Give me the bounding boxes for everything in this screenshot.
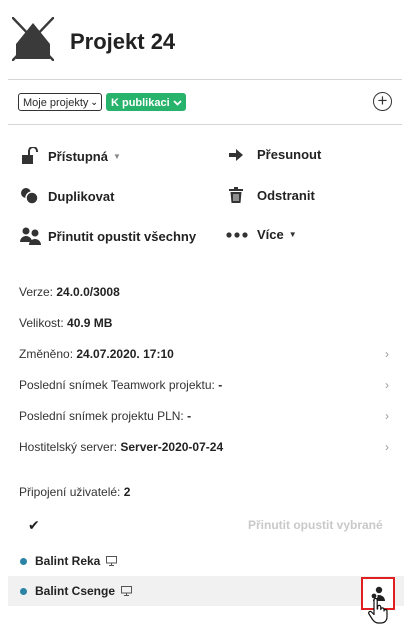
users-kick-icon [20, 227, 48, 245]
version-info: Verze: 24.0.0/3008 [19, 285, 120, 299]
force-leave-selected-button[interactable]: Přinutit opustit vybrané [248, 518, 383, 532]
host-server-info[interactable]: Hostitelský server: Server-2020-07-24 [19, 440, 223, 454]
chevron-right-icon[interactable]: › [385, 347, 389, 361]
project-scope-value: Moje projekty [23, 96, 89, 109]
force-leave-all-button[interactable]: Přinutit opustit všechny [20, 227, 196, 245]
project-header: Projekt 24 [0, 0, 412, 80]
arrow-right-icon [229, 148, 257, 161]
more-dots-icon [226, 231, 257, 238]
more-label: Více [257, 227, 284, 242]
move-button[interactable]: Přesunout [229, 147, 321, 162]
chevron-down-icon: ⌄ [90, 97, 98, 107]
page-title: Projekt 24 [70, 29, 176, 54]
delete-button[interactable]: Odstranit [229, 187, 315, 203]
status-select[interactable]: K publikaci [105, 93, 186, 111]
user-row[interactable]: Balint Csenge [8, 576, 404, 606]
delete-label: Odstranit [257, 187, 315, 203]
hand-cursor-icon [368, 598, 388, 624]
caret-down-icon: ▼ [288, 230, 297, 239]
caret-down-icon: ▼ [112, 151, 121, 161]
move-label: Přesunout [257, 147, 322, 162]
access-label: Přístupná [48, 148, 108, 164]
divider [8, 79, 402, 80]
desktop-icon [121, 586, 133, 596]
status-value: K publikaci [110, 96, 170, 109]
house-icon [12, 17, 54, 61]
unlock-icon [20, 147, 48, 165]
select-all-checkmark-icon[interactable]: ✔ [28, 517, 40, 534]
chevron-down-icon [173, 99, 182, 106]
filter-bar: Moje projekty ⌄ K publikaci [18, 93, 186, 111]
trash-icon [229, 187, 257, 203]
more-dropdown[interactable]: Více ▼ [226, 227, 297, 242]
user-name: Balint Csenge [35, 584, 116, 598]
desktop-icon [106, 556, 118, 566]
access-dropdown[interactable]: Přístupná ▼ [20, 147, 121, 165]
online-status-dot [20, 557, 27, 565]
teamwork-snapshot-info[interactable]: Poslední snímek Teamwork projektu: - [19, 378, 222, 392]
duplicate-button[interactable]: Duplikovat [20, 187, 114, 205]
pln-snapshot-info[interactable]: Poslední snímek projektu PLN: - [19, 409, 191, 423]
online-status-dot [20, 587, 27, 595]
force-leave-all-label: Přinutit opustit všechny [48, 228, 197, 244]
chevron-right-icon[interactable]: › [385, 378, 389, 392]
user-name: Balint Reka [35, 554, 101, 568]
plus-circle-icon: + [377, 91, 388, 110]
divider [8, 124, 402, 125]
add-button[interactable]: + [373, 92, 392, 111]
project-scope-select[interactable]: Moje projekty ⌄ [18, 93, 102, 111]
duplicate-label: Duplikovat [48, 188, 115, 204]
chevron-right-icon[interactable]: › [385, 409, 389, 423]
user-row[interactable]: Balint Reka [8, 546, 404, 576]
changed-info[interactable]: Změněno: 24.07.2020. 17:10 [19, 347, 174, 361]
size-info: Velikost: 40.9 MB [19, 316, 113, 330]
chevron-right-icon[interactable]: › [385, 440, 389, 454]
duplicate-icon [20, 187, 48, 205]
connected-users-count: Připojení uživatelé: 2 [19, 485, 131, 499]
